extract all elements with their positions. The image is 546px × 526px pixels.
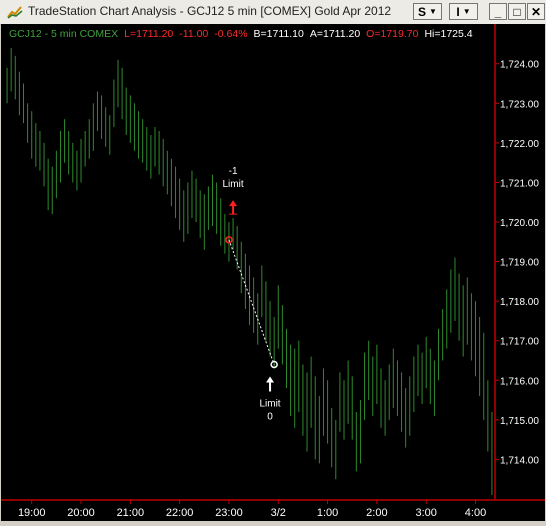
price-axis-label: 1,717.00 xyxy=(500,337,539,348)
time-axis-label: 1:00 xyxy=(317,507,338,519)
price-axis-label: 1,720.00 xyxy=(500,218,539,229)
chevron-down-icon: ▼ xyxy=(462,7,471,16)
window-title: TradeStation Chart Analysis - GCJ12 5 mi… xyxy=(28,4,392,18)
quote-info-bar: GCJ12 - 5 min COMEX L=1711.20 -11.00 -0.64%… xyxy=(9,28,479,40)
close-button[interactable]: ✕ xyxy=(527,3,545,20)
time-axis-label: 4:00 xyxy=(465,507,486,519)
chart-window: TradeStation Chart Analysis - GCJ12 5 mi… xyxy=(0,0,546,521)
time-axis-label: 3/2 xyxy=(271,507,286,519)
insert-menu-button[interactable]: I ▼ xyxy=(449,3,478,20)
exit-qty-label: 0 xyxy=(267,411,273,422)
title-bar[interactable]: TradeStation Chart Analysis - GCJ12 5 mi… xyxy=(0,0,546,25)
price-chart[interactable]: 1,714.00 1,715.00 1,716.00 1,717.00 1,718.00… xyxy=(1,24,545,521)
price-axis-label: 1,716.00 xyxy=(500,376,539,387)
low-value: L=1711.20 xyxy=(124,28,174,40)
high-value: Hi=1725.4 xyxy=(424,28,473,40)
change-value: -11.00 xyxy=(179,28,209,40)
minimize-button[interactable]: _ xyxy=(489,3,507,20)
price-axis-label: 1,723.00 xyxy=(500,99,539,110)
price-axis-label: 1,718.00 xyxy=(500,297,539,308)
time-axis-label: 23:00 xyxy=(215,507,243,519)
chart-plot[interactable]: 1,714.00 1,715.00 1,716.00 1,717.00 1,718.00… xyxy=(1,24,545,521)
trade-connector-line xyxy=(228,239,275,365)
price-axis-label: 1,724.00 xyxy=(500,60,539,71)
symbol-label: GCJ12 - 5 min COMEX xyxy=(9,28,119,40)
time-axis-label: 19:00 xyxy=(18,507,46,519)
price-axis-label: 1,714.00 xyxy=(500,455,539,466)
price-axis-label: 1,719.00 xyxy=(500,258,539,269)
bid-value: B=1711.10 xyxy=(253,28,304,40)
change-pct-value: -0.64% xyxy=(214,28,248,40)
exit-arrow-icon xyxy=(266,376,275,383)
maximize-icon: □ xyxy=(513,4,521,19)
entry-arrow-icon xyxy=(229,200,238,207)
chevron-down-icon: ▼ xyxy=(429,7,437,16)
time-axis-label: 22:00 xyxy=(166,507,194,519)
style-menu-button[interactable]: S ▼ xyxy=(413,3,442,20)
minimize-icon: _ xyxy=(494,4,502,19)
chart-app-icon xyxy=(7,6,23,19)
time-axis-label: 21:00 xyxy=(117,507,145,519)
time-axis-label: 20:00 xyxy=(67,507,95,519)
entry-qty-label: -1 xyxy=(229,166,238,177)
price-axis-label: 1,721.00 xyxy=(500,178,539,189)
time-axis-label: 2:00 xyxy=(366,507,387,519)
open-value: O=1719.70 xyxy=(366,28,419,40)
style-menu-label: S xyxy=(418,4,427,19)
price-axis-label: 1,715.00 xyxy=(500,416,539,427)
entry-type-label: Limit xyxy=(223,179,244,190)
close-icon: ✕ xyxy=(530,4,542,19)
price-axis-label: 1,722.00 xyxy=(500,139,539,150)
insert-menu-label: I xyxy=(456,4,460,19)
exit-type-label: Limit xyxy=(259,398,280,409)
maximize-button[interactable]: □ xyxy=(508,3,526,20)
ask-value: A=1711.20 xyxy=(309,28,361,40)
time-axis-label: 3:00 xyxy=(415,507,436,519)
